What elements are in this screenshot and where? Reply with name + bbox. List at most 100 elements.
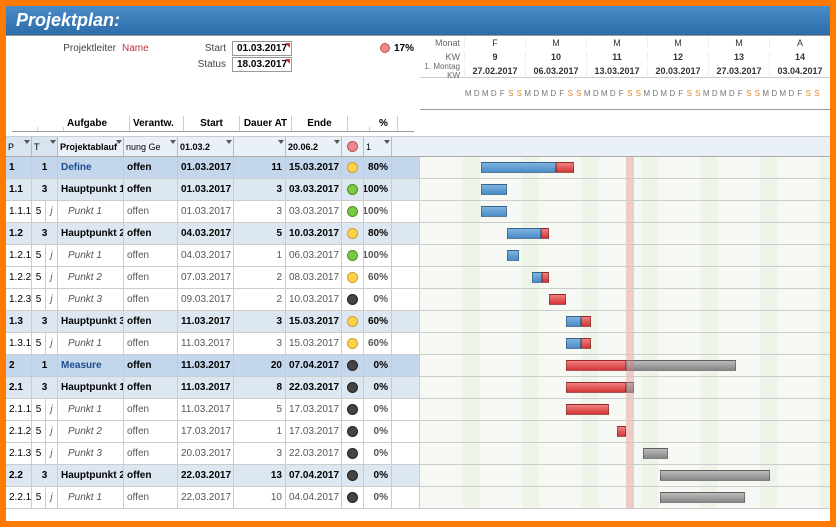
task-resp[interactable]: offen — [124, 157, 178, 178]
row-p[interactable]: 1 — [32, 355, 58, 376]
task-resp[interactable]: offen — [124, 443, 178, 464]
task-dur[interactable]: 1 — [234, 245, 286, 266]
task-name[interactable]: Punkt 2 — [58, 421, 124, 442]
task-name[interactable]: Hauptpunkt 1 — [58, 179, 124, 200]
col-pct[interactable]: % — [370, 116, 398, 131]
task-pct[interactable]: 0% — [364, 399, 392, 420]
task-dur[interactable]: 13 — [234, 465, 286, 486]
task-name[interactable]: Define — [58, 157, 124, 178]
row-p[interactable]: 3 — [32, 311, 58, 332]
task-pct[interactable]: 0% — [364, 487, 392, 508]
task-end[interactable]: 17.03.2017 — [286, 399, 342, 420]
task-name[interactable]: Hauptpunkt 2 — [58, 223, 124, 244]
row-id[interactable]: 2.1.3 — [6, 443, 32, 464]
status-date[interactable]: 18.03.2017 — [232, 57, 292, 72]
row-p[interactable]: 5 — [32, 245, 46, 266]
task-name[interactable]: Punkt 3 — [58, 443, 124, 464]
task-end[interactable]: 06.03.2017 — [286, 245, 342, 266]
task-start[interactable]: 11.03.2017 — [178, 333, 234, 354]
task-dur[interactable]: 2 — [234, 267, 286, 288]
row-j[interactable]: j — [46, 245, 58, 266]
task-name[interactable]: Punkt 3 — [58, 289, 124, 310]
task-dur[interactable]: 20 — [234, 355, 286, 376]
task-resp[interactable]: offen — [124, 289, 178, 310]
task-pct[interactable]: 60% — [364, 267, 392, 288]
task-end[interactable]: 10.03.2017 — [286, 223, 342, 244]
task-start[interactable]: 17.03.2017 — [178, 421, 234, 442]
row-id[interactable]: 1.1 — [6, 179, 32, 200]
task-end[interactable]: 15.03.2017 — [286, 333, 342, 354]
task-resp[interactable]: offen — [124, 311, 178, 332]
task-dur[interactable]: 10 — [234, 487, 286, 508]
row-id[interactable]: 2 — [6, 355, 32, 376]
task-pct[interactable]: 0% — [364, 465, 392, 486]
task-resp[interactable]: offen — [124, 267, 178, 288]
filter-pct[interactable]: 1 — [364, 137, 392, 156]
row-p[interactable]: 5 — [32, 487, 46, 508]
row-p[interactable]: 3 — [32, 223, 58, 244]
task-resp[interactable]: offen — [124, 223, 178, 244]
col-verantw[interactable]: Verantw. — [130, 116, 184, 131]
row-p[interactable]: 3 — [32, 465, 58, 486]
task-resp[interactable]: offen — [124, 179, 178, 200]
task-start[interactable]: 04.03.2017 — [178, 223, 234, 244]
row-id[interactable]: 1.2 — [6, 223, 32, 244]
filter-task[interactable]: Projektablauf — [58, 137, 124, 156]
task-start[interactable]: 07.03.2017 — [178, 267, 234, 288]
col-ende[interactable]: Ende — [292, 116, 348, 131]
task-name[interactable]: Measure — [58, 355, 124, 376]
task-end[interactable]: 08.03.2017 — [286, 267, 342, 288]
task-dur[interactable]: 8 — [234, 377, 286, 398]
task-start[interactable]: 11.03.2017 — [178, 377, 234, 398]
task-start[interactable]: 11.03.2017 — [178, 311, 234, 332]
task-name[interactable]: Punkt 1 — [58, 201, 124, 222]
task-end[interactable]: 22.03.2017 — [286, 377, 342, 398]
row-j[interactable]: j — [46, 443, 58, 464]
row-id[interactable]: 1.2.2 — [6, 267, 32, 288]
filter-p1[interactable]: P — [6, 137, 32, 156]
task-dur[interactable]: 3 — [234, 311, 286, 332]
task-pct[interactable]: 0% — [364, 421, 392, 442]
task-name[interactable]: Punkt 1 — [58, 333, 124, 354]
task-resp[interactable]: offen — [124, 377, 178, 398]
task-dur[interactable]: 3 — [234, 443, 286, 464]
task-pct[interactable]: 0% — [364, 355, 392, 376]
row-p[interactable]: 5 — [32, 443, 46, 464]
task-resp[interactable]: offen — [124, 465, 178, 486]
task-end[interactable]: 15.03.2017 — [286, 157, 342, 178]
task-dur[interactable]: 11 — [234, 157, 286, 178]
row-id[interactable]: 1.3 — [6, 311, 32, 332]
task-start[interactable]: 01.03.2017 — [178, 157, 234, 178]
task-pct[interactable]: 0% — [364, 377, 392, 398]
task-name[interactable]: Punkt 1 — [58, 245, 124, 266]
task-dur[interactable]: 3 — [234, 201, 286, 222]
start-date[interactable]: 01.03.2017 — [232, 41, 292, 56]
col-dauer[interactable]: Dauer AT — [240, 116, 292, 131]
row-id[interactable]: 2.2.1 — [6, 487, 32, 508]
task-name[interactable]: Punkt 1 — [58, 399, 124, 420]
row-id[interactable]: 2.2 — [6, 465, 32, 486]
task-pct[interactable]: 100% — [364, 245, 392, 266]
task-resp[interactable]: offen — [124, 421, 178, 442]
task-start[interactable]: 01.03.2017 — [178, 201, 234, 222]
row-j[interactable]: j — [46, 421, 58, 442]
row-j[interactable]: j — [46, 333, 58, 354]
task-resp[interactable]: offen — [124, 399, 178, 420]
task-dur[interactable]: 3 — [234, 179, 286, 200]
task-name[interactable]: Punkt 1 — [58, 487, 124, 508]
row-p[interactable]: 5 — [32, 399, 46, 420]
task-start[interactable]: 04.03.2017 — [178, 245, 234, 266]
row-p[interactable]: 5 — [32, 267, 46, 288]
row-id[interactable]: 1.2.1 — [6, 245, 32, 266]
task-end[interactable]: 15.03.2017 — [286, 311, 342, 332]
task-pct[interactable]: 100% — [364, 201, 392, 222]
task-start[interactable]: 09.03.2017 — [178, 289, 234, 310]
task-dur[interactable]: 1 — [234, 421, 286, 442]
task-resp[interactable]: offen — [124, 487, 178, 508]
row-p[interactable]: 5 — [32, 289, 46, 310]
task-dur[interactable]: 2 — [234, 289, 286, 310]
row-p[interactable]: 3 — [32, 377, 58, 398]
row-j[interactable]: j — [46, 201, 58, 222]
col-aufgabe[interactable]: Aufgabe — [64, 116, 130, 131]
task-dur[interactable]: 5 — [234, 399, 286, 420]
